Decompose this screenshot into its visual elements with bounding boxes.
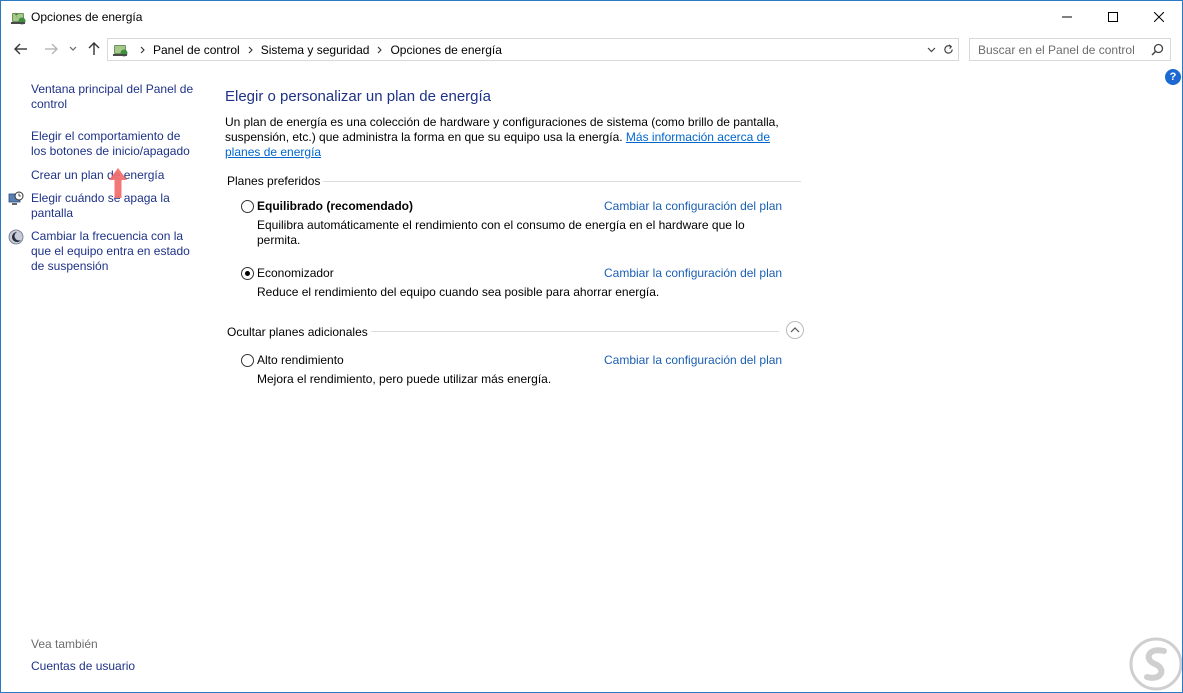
minimize-icon xyxy=(1062,16,1072,17)
close-button[interactable] xyxy=(1136,1,1182,32)
title-bar: Opciones de energía xyxy=(1,1,1182,32)
balanced-plan-change-link[interactable]: Cambiar la configuración del plan xyxy=(604,199,782,213)
maximize-button[interactable] xyxy=(1090,1,1136,32)
breadcrumb: Panel de control Sistema y seguridad Opc… xyxy=(132,39,502,60)
control-panel-home-link[interactable]: Ventana principal del Panel de control xyxy=(31,82,201,112)
power-saver-plan-description: Reduce el rendimiento del equipo cuando … xyxy=(257,285,660,299)
up-button[interactable] xyxy=(85,39,103,59)
breadcrumb-control-panel[interactable]: Panel de control xyxy=(153,43,240,57)
up-arrow-icon xyxy=(88,42,100,55)
preferred-plans-header: Planes preferidos xyxy=(227,174,321,188)
sleep-moon-icon xyxy=(8,229,24,245)
high-performance-plan-radio[interactable] xyxy=(241,354,254,367)
search-input[interactable] xyxy=(970,39,1142,60)
choose-power-button-behavior-link[interactable]: Elegir el comportamiento de los botones … xyxy=(31,129,191,159)
red-pointer-arrow xyxy=(109,168,127,198)
user-accounts-link[interactable]: Cuentas de usuario xyxy=(31,659,135,673)
address-bar[interactable]: Panel de control Sistema y seguridad Opc… xyxy=(107,38,941,61)
high-performance-plan-change-link[interactable]: Cambiar la configuración del plan xyxy=(604,353,782,367)
search-box[interactable] xyxy=(969,38,1171,61)
power-saver-plan-radio[interactable] xyxy=(241,267,254,280)
intro-paragraph: Un plan de energía es una colección de h… xyxy=(225,115,805,160)
help-icon[interactable]: ? xyxy=(1165,69,1181,85)
high-performance-plan-name[interactable]: Alto rendimiento xyxy=(257,353,344,367)
change-sleep-frequency-link[interactable]: Cambiar la frecuencia con la que el equi… xyxy=(31,229,191,274)
chevron-down-icon xyxy=(69,46,77,51)
power-options-icon xyxy=(11,10,26,25)
collapse-additional-plans-button[interactable] xyxy=(786,321,804,339)
back-button[interactable] xyxy=(11,39,31,59)
balanced-plan-name[interactable]: Equilibrado (recomendado) xyxy=(257,199,413,213)
maximize-icon xyxy=(1108,11,1118,22)
watermark-logo-icon xyxy=(1129,637,1182,691)
balanced-plan-radio[interactable] xyxy=(241,200,254,213)
forward-arrow-icon xyxy=(45,43,58,55)
task-pane: Ventana principal del Panel de control E… xyxy=(1,64,211,692)
power-saver-plan-name[interactable]: Economizador xyxy=(257,266,334,280)
control-panel-icon xyxy=(113,45,128,57)
breadcrumb-system-security[interactable]: Sistema y seguridad xyxy=(261,43,370,57)
chevron-right-icon[interactable] xyxy=(248,46,253,54)
group-divider xyxy=(371,331,779,332)
address-dropdown-button[interactable] xyxy=(922,39,940,60)
breadcrumb-power-options[interactable]: Opciones de energía xyxy=(390,43,501,57)
high-performance-plan-description: Mejora el rendimiento, pero puede utiliz… xyxy=(257,372,552,386)
display-clock-icon xyxy=(8,191,24,205)
search-icon[interactable] xyxy=(1151,43,1164,56)
additional-plans-header[interactable]: Ocultar planes adicionales xyxy=(227,324,368,340)
chevron-right-icon[interactable] xyxy=(377,46,383,54)
chevron-down-icon xyxy=(927,47,935,52)
balanced-plan-description: Equilibra automáticamente el rendimiento… xyxy=(257,218,745,247)
minimize-button[interactable] xyxy=(1044,1,1090,32)
chevron-right-icon[interactable] xyxy=(140,46,145,54)
close-icon xyxy=(1154,11,1164,22)
power-options-window: Opciones de energía Panel de control Sis… xyxy=(0,0,1183,693)
group-divider xyxy=(323,181,801,182)
power-saver-plan-change-link[interactable]: Cambiar la configuración del plan xyxy=(604,266,782,280)
forward-button[interactable] xyxy=(41,39,61,59)
recent-locations-button[interactable] xyxy=(67,39,79,59)
refresh-icon xyxy=(944,44,953,54)
navigation-bar: Panel de control Sistema y seguridad Opc… xyxy=(1,34,1182,64)
window-title: Opciones de energía xyxy=(31,10,143,24)
chevron-up-icon xyxy=(790,327,800,333)
see-also-label: Vea también xyxy=(31,637,98,651)
back-arrow-icon xyxy=(14,43,27,55)
page-title: Elegir o personalizar un plan de energía xyxy=(225,88,492,105)
refresh-button[interactable] xyxy=(939,38,959,61)
